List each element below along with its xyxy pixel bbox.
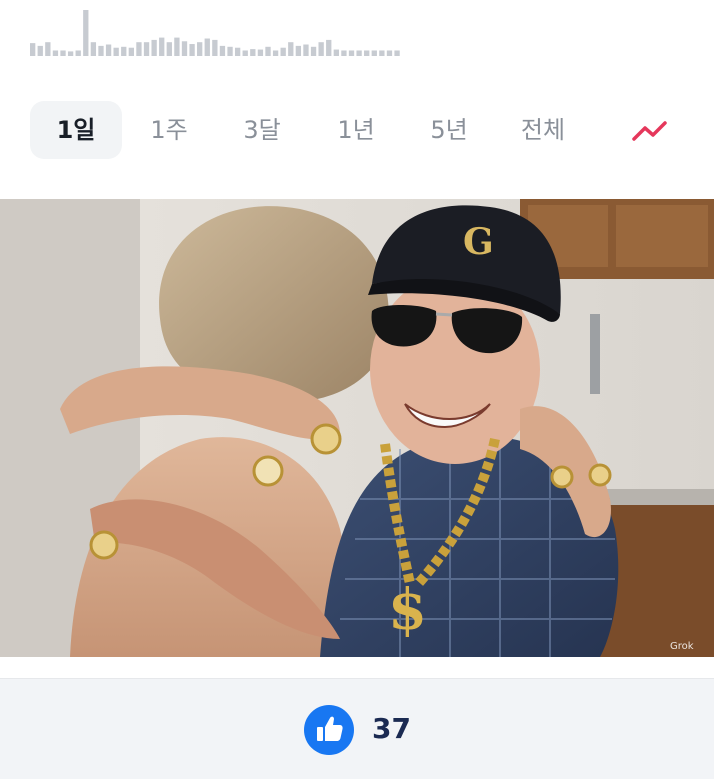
- volume-bar: [151, 39, 157, 56]
- volume-bar: [83, 10, 89, 56]
- volume-bar: [67, 51, 74, 56]
- volume-bar: [174, 37, 180, 56]
- svg-text:$: $: [388, 577, 427, 643]
- volume-bar: [394, 50, 400, 56]
- volume-bar: [166, 42, 172, 56]
- reaction-bar: 37: [0, 679, 714, 779]
- volume-bar: [227, 46, 233, 56]
- volume-bar: [121, 46, 127, 56]
- svg-text:G: G: [463, 221, 494, 263]
- volume-bar: [37, 45, 43, 56]
- tab-1-day[interactable]: 1일: [30, 101, 122, 159]
- volume-bar: [250, 49, 256, 56]
- volume-bar: [303, 44, 309, 56]
- post-photo: G $ Grok: [0, 199, 714, 657]
- tab-5-years[interactable]: 5년: [410, 101, 488, 159]
- volume-bar: [30, 43, 36, 56]
- volume-bar: [348, 50, 355, 56]
- trend-line-icon: [632, 121, 667, 141]
- period-tabs: 1일 1주 3달 1년 5년 전체: [30, 101, 690, 161]
- volume-bar: [159, 37, 165, 56]
- volume-bar: [204, 38, 210, 56]
- volume-bars: [30, 10, 400, 56]
- volume-bar: [379, 50, 385, 56]
- volume-bar: [219, 45, 226, 56]
- tab-3-months[interactable]: 3달: [223, 101, 301, 159]
- volume-bar: [60, 50, 66, 56]
- tab-1-week[interactable]: 1주: [130, 101, 208, 159]
- volume-bar: [75, 50, 81, 56]
- volume-bar: [143, 42, 150, 56]
- volume-bar: [356, 50, 362, 56]
- volume-bar: [295, 45, 302, 56]
- volume-mini-chart: [30, 10, 402, 56]
- grok-watermark: Grok: [670, 641, 694, 652]
- volume-bar: [242, 50, 248, 56]
- volume-bar: [52, 50, 59, 56]
- hug-photo-illustration: G $ Grok: [0, 199, 714, 657]
- volume-bar: [265, 46, 271, 56]
- tab-1-year[interactable]: 1년: [317, 101, 395, 159]
- volume-bar: [113, 47, 119, 56]
- volume-bar: [272, 50, 279, 56]
- chart-type-toggle[interactable]: [628, 113, 678, 147]
- tab-all[interactable]: 전체: [500, 101, 586, 159]
- volume-bar: [341, 50, 347, 56]
- volume-bar: [234, 47, 241, 56]
- volume-bar: [105, 44, 112, 56]
- volume-bar: [310, 46, 317, 56]
- volume-bar: [128, 47, 134, 56]
- volume-bar: [181, 41, 188, 56]
- volume-bar: [318, 42, 324, 56]
- volume-bar: [197, 42, 203, 56]
- volume-bar: [371, 50, 377, 56]
- volume-bar: [333, 49, 339, 56]
- volume-bar: [98, 45, 104, 56]
- volume-bar: [364, 50, 370, 56]
- volume-bar: [257, 49, 264, 56]
- like-button[interactable]: 37: [300, 703, 420, 755]
- volume-bar: [45, 42, 51, 56]
- volume-bar: [189, 44, 195, 56]
- volume-bar: [212, 39, 218, 56]
- volume-bar: [90, 42, 97, 56]
- volume-bar: [326, 39, 332, 56]
- like-count: 37: [372, 712, 411, 745]
- volume-bar: [288, 42, 294, 56]
- volume-bar: [136, 42, 142, 56]
- volume-bar: [386, 50, 393, 56]
- volume-bar: [280, 47, 286, 56]
- thumbs-up-icon: [304, 705, 354, 755]
